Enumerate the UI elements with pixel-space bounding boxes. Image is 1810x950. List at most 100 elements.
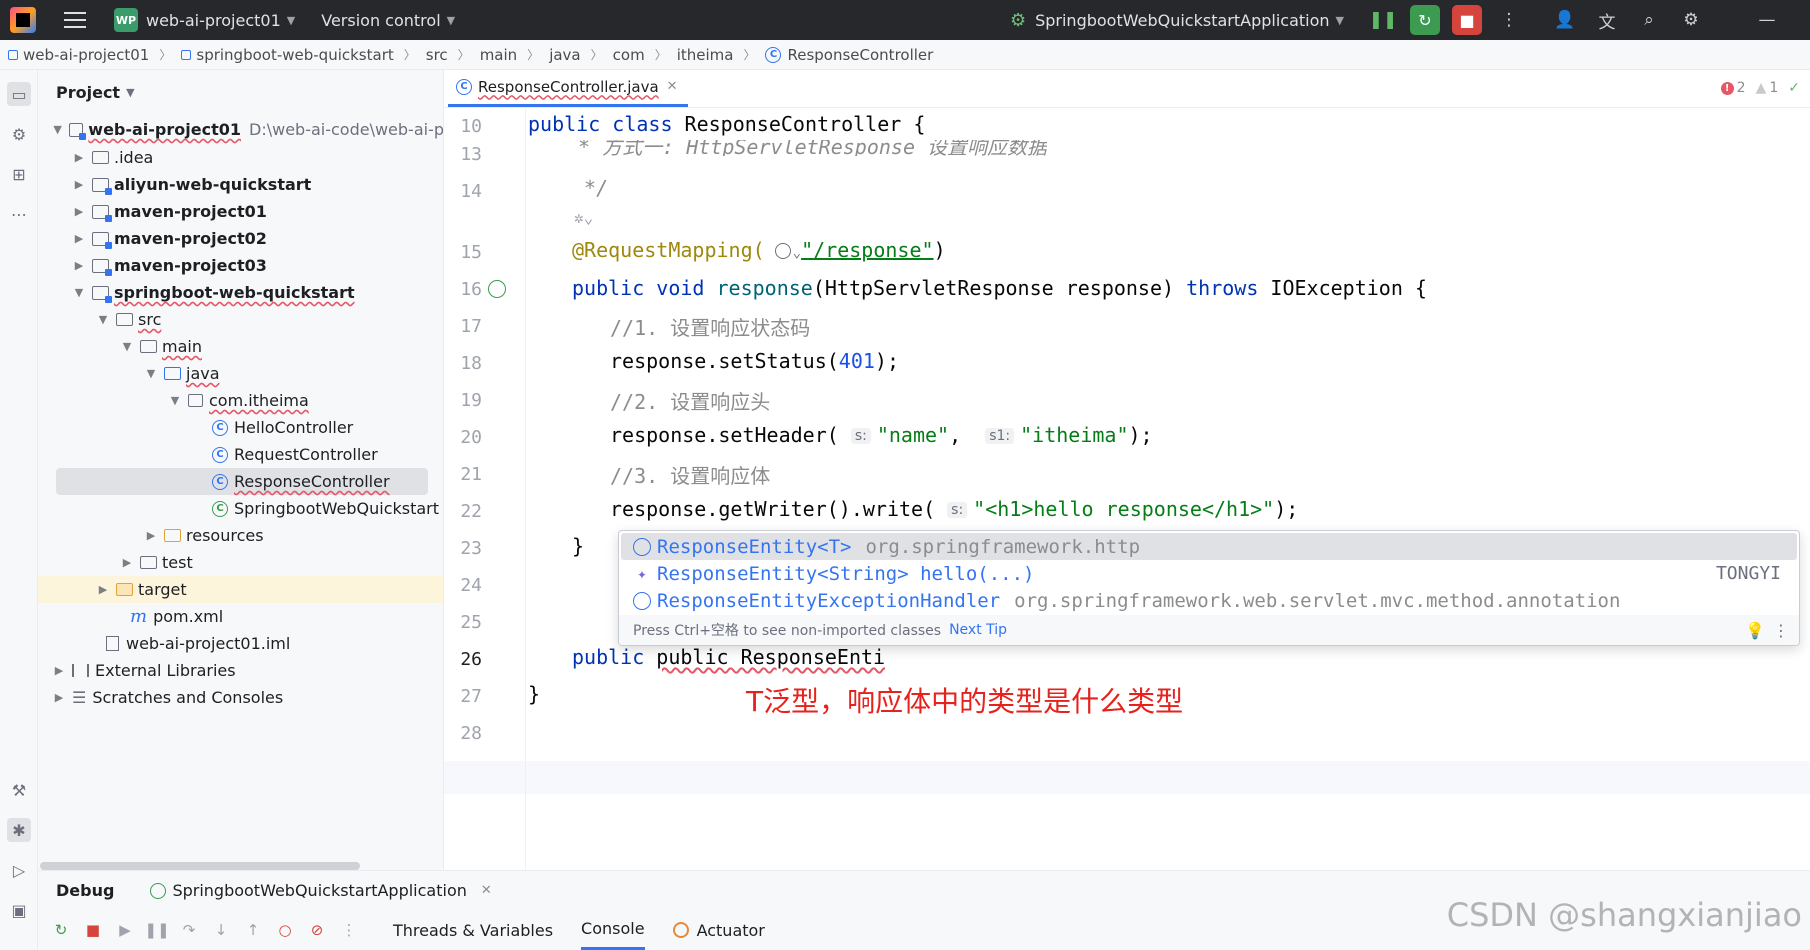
search-icon[interactable]: ⌕ [1634,5,1664,35]
tree-item[interactable]: C HelloController [38,414,443,441]
tab-actuator-label: Actuator [696,920,765,940]
project-folder-icon[interactable]: ▭ [7,82,31,106]
run-config-selector[interactable]: ⚙ SpringbootWebQuickstartApplication ▼ [1007,0,1344,40]
tree-item[interactable]: ▶ maven-project01 [38,198,443,225]
project-switcher[interactable]: web-ai-project01 ▼ [138,0,295,40]
close-icon[interactable]: ✕ [667,79,678,94]
completion-item[interactable]: ResponseEntityExceptionHandler org.sprin… [621,587,1797,614]
class-icon: C [456,78,472,95]
tree-item[interactable]: ▶ maven-project03 [38,252,443,279]
breadcrumb-item[interactable]: springboot-web-quickstart [181,46,394,64]
next-tip-link[interactable]: Next Tip [949,622,1007,638]
view-breakpoints-icon[interactable]: ○ [272,917,298,943]
tree-item[interactable]: ▼ com.itheima [38,387,443,414]
ide-window: WP web-ai-project01 ▼ Version control ▼ … [0,0,1810,950]
debug-bug-icon[interactable]: ✱ [7,818,31,842]
chevron-down-icon: ▼ [74,286,84,299]
more-vertical-icon[interactable]: ⋮ [1494,5,1524,35]
tree-item[interactable]: ▶ test [38,549,443,576]
more-vertical-icon[interactable]: ⋮ [1773,621,1789,640]
pause-icon[interactable]: ❚❚ [1368,5,1398,35]
endpoint-gutter-icon[interactable] [488,280,506,298]
tree-item[interactable]: ▶ resources [38,522,443,549]
completion-item[interactable]: ✦ ResponseEntity<String> hello(...) TONG… [621,560,1797,587]
tree-item[interactable]: web-ai-project01.iml [38,630,443,657]
editor-tab-active[interactable]: C ResponseController.java ✕ [448,69,688,107]
tree-item[interactable]: m pom.xml [38,603,443,630]
folder-icon [140,340,157,353]
breadcrumb-item[interactable]: java [549,46,580,64]
tree-item-label: test [162,553,193,572]
structure-icon[interactable]: ⊞ [7,162,31,186]
problems-indicator[interactable]: ! 2 ▲ 1 ✓ [1720,80,1800,96]
resume-icon[interactable]: ▶ [112,917,138,943]
build-hammer-icon[interactable]: ⚒ [7,778,31,802]
tree-item[interactable]: C SpringbootWebQuickstart [38,495,443,522]
tree-item[interactable]: ▶ maven-project02 [38,225,443,252]
breadcrumb-item[interactable]: main [480,46,517,64]
breadcrumb-item[interactable]: C ResponseController [765,46,933,64]
more-tools-icon[interactable]: ⋯ [7,202,31,226]
breadcrumb-item[interactable]: web-ai-project01 [8,46,149,64]
project-panel-header[interactable]: Project ▼ [38,70,443,114]
breadcrumb-item[interactable]: itheima [677,46,734,64]
close-icon[interactable]: ✕ [481,883,492,898]
tree-item[interactable]: ▶ External Libraries [38,657,443,684]
project-badge[interactable]: WP [114,8,138,32]
rerun-debug-button[interactable]: ↻ [1410,5,1440,35]
step-into-icon[interactable]: ↓ [208,917,234,943]
tree-item-label: External Libraries [95,661,236,680]
tab-actuator[interactable]: Actuator [672,910,765,950]
tree-item[interactable]: ▼ java [38,360,443,387]
step-out-icon[interactable]: ↑ [240,917,266,943]
code-line-comment: //2. 设置响应头 [610,390,771,414]
tree-item[interactable]: C RequestController [38,441,443,468]
tree-item[interactable]: ▶ aliyun-web-quickstart [38,171,443,198]
breadcrumb-item[interactable]: com [613,46,645,64]
more-vertical-icon[interactable]: ⋮ [336,917,362,943]
run-icon[interactable]: ▷ [7,858,31,882]
tree-item-selected[interactable]: C ResponseController [56,468,428,495]
translate-icon[interactable]: 文 [1592,5,1622,35]
breadcrumb-item[interactable]: src [426,46,448,64]
chevron-right-icon: ▶ [122,556,132,569]
module-icon [8,49,18,60]
tab-threads-variables[interactable]: Threads & Variables [393,910,553,950]
stop-button[interactable]: ■ [1452,5,1482,35]
mute-breakpoints-icon[interactable]: ⊘ [304,917,330,943]
vcs-menu[interactable]: Version control ▼ [321,0,455,40]
settings-icon[interactable]: ⚙ [1676,5,1706,35]
horizontal-scrollbar[interactable] [40,862,360,870]
add-user-icon[interactable]: 👤 [1550,5,1580,35]
rerun-icon[interactable]: ↻ [48,917,74,943]
lightbulb-icon[interactable]: 💡 [1745,621,1765,640]
debug-session-tab[interactable]: SpringbootWebQuickstartApplication ✕ [150,881,492,900]
main-menu-icon[interactable] [64,12,86,28]
stop-icon[interactable]: ■ [80,917,106,943]
current-line-highlight [444,761,1810,794]
terminal-icon[interactable]: ▣ [7,898,31,922]
chevron-right-icon: 〉 [590,48,603,62]
tree-item[interactable]: ▶ .idea [38,144,443,171]
breadcrumb-label: ResponseController [787,45,934,64]
completion-item-selected[interactable]: ResponseEntity<T> org.springframework.ht… [621,533,1797,560]
step-over-icon[interactable]: ↷ [176,917,202,943]
tree-item-root[interactable]: ▼ web-ai-project01 D:\web-ai-code\web-ai… [38,116,443,143]
code-editor[interactable]: 10 13 14 15 16 17 18 19 20 21 22 23 24 2… [444,108,1810,870]
tree-item-label: target [138,580,187,599]
class-icon [633,537,651,556]
pause-icon[interactable]: ❚❚ [144,917,170,943]
intellij-logo-icon[interactable] [10,7,36,33]
tree-item[interactable]: ▼ src [38,306,443,333]
minimize-icon[interactable]: — [1752,5,1782,35]
services-icon[interactable]: ⚙ [7,122,31,146]
line-number: 22 [460,501,482,522]
tree-item[interactable]: ▼ main [38,333,443,360]
tree-item[interactable]: ▶ target [38,576,443,603]
chevron-right-icon: ▶ [74,205,84,218]
inlay-ai-icon[interactable]: ✲⌄ [574,208,593,227]
tree-item[interactable]: ▶ ☰ Scratches and Consoles [38,684,443,711]
debug-title[interactable]: Debug [56,881,114,900]
tab-console[interactable]: Console [581,910,645,950]
tree-item[interactable]: ▼ springboot-web-quickstart [38,279,443,306]
